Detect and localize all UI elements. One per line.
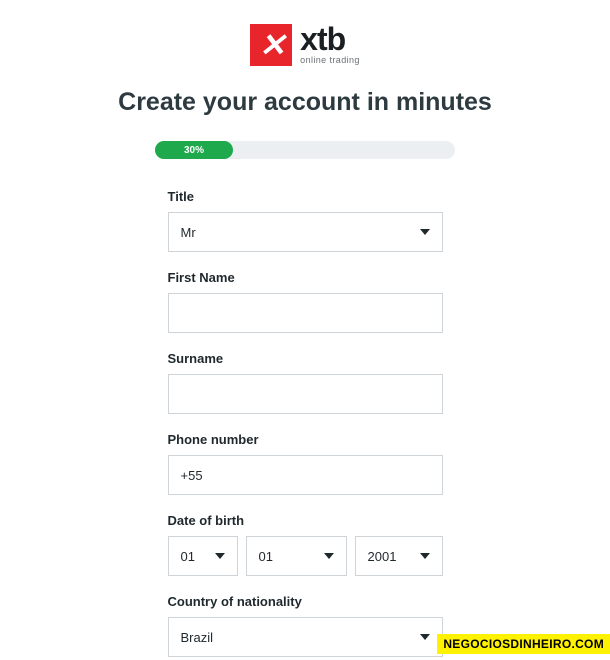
first-name-input[interactable] [169, 294, 442, 332]
field-title: Title Mr [168, 189, 443, 252]
dob-month-select[interactable]: 01 [246, 536, 347, 576]
phone-input[interactable] [169, 456, 442, 494]
surname-input-wrap [168, 374, 443, 414]
label-surname: Surname [168, 351, 443, 366]
chevron-down-icon [420, 229, 430, 235]
phone-input-wrap [168, 455, 443, 495]
logo-mark: ✕ [250, 24, 292, 66]
label-first-name: First Name [168, 270, 443, 285]
watermark: NEGOCIOSDINHEIRO.COM [437, 634, 610, 654]
dob-day-value: 01 [181, 549, 195, 564]
logo-brand: xtb [300, 25, 360, 54]
field-dob: Date of birth 01 01 2001 [168, 513, 443, 576]
label-dob: Date of birth [168, 513, 443, 528]
dob-year-value: 2001 [368, 549, 397, 564]
field-nationality: Country of nationality Brazil [168, 594, 443, 657]
progress-wrap: 30% [155, 141, 455, 159]
label-nationality: Country of nationality [168, 594, 443, 609]
title-value: Mr [181, 225, 196, 240]
logo: ✕ xtb online trading [0, 24, 610, 66]
chevron-down-icon [420, 553, 430, 559]
chevron-down-icon [215, 553, 225, 559]
form: Title Mr First Name Surname Phone number [168, 189, 443, 657]
field-surname: Surname [168, 351, 443, 414]
logo-glyph: ✕ [259, 29, 284, 61]
chevron-down-icon [420, 634, 430, 640]
nationality-select[interactable]: Brazil [168, 617, 443, 657]
field-phone: Phone number [168, 432, 443, 495]
progress-fill: 30% [155, 141, 233, 159]
progress-bar: 30% [155, 141, 455, 159]
first-name-input-wrap [168, 293, 443, 333]
label-phone: Phone number [168, 432, 443, 447]
logo-tagline: online trading [300, 55, 360, 65]
field-first-name: First Name [168, 270, 443, 333]
page-title: Create your account in minutes [0, 88, 610, 117]
dob-year-select[interactable]: 2001 [355, 536, 443, 576]
logo-text-wrap: xtb online trading [300, 25, 360, 65]
surname-input[interactable] [169, 375, 442, 413]
progress-percent: 30% [184, 145, 204, 156]
title-select[interactable]: Mr [168, 212, 443, 252]
label-title: Title [168, 189, 443, 204]
dob-day-select[interactable]: 01 [168, 536, 238, 576]
chevron-down-icon [324, 553, 334, 559]
nationality-value: Brazil [181, 630, 214, 645]
dob-month-value: 01 [259, 549, 273, 564]
